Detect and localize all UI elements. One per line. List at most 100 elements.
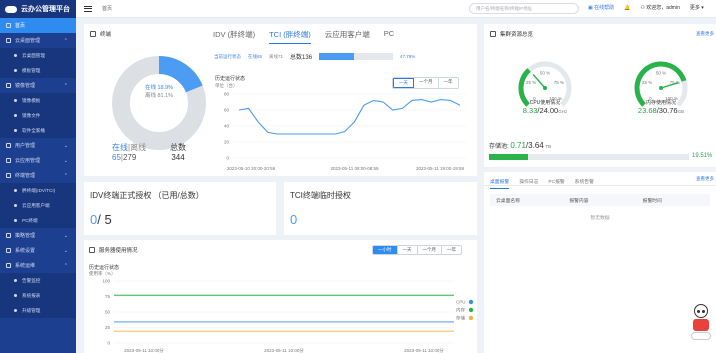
sidebar-item[interactable]: 首页 [0,18,76,33]
alerts-more-link[interactable]: 查看更多 [696,176,714,182]
alert-tab[interactable]: 操作日志 [519,175,538,189]
tci-auth-title: TCI终端临时授权 [290,191,351,200]
alert-tabs: 桌面报警 操作日志 PC报警 系统告警 [490,175,594,189]
x-tick-label: 2023-05-11 10:00分 [404,347,444,353]
bullet-icon [14,69,17,72]
terminal-tab[interactable]: IDV (胖终端) [213,29,255,44]
y-tick-label: 50 [105,310,111,315]
sidebar-item[interactable]: 镜像模板 [0,93,76,108]
sidebar-item-label: 系统报表 [22,292,41,298]
mem-used: 23.68 [637,106,657,115]
alerts-column-header: 报警时间 [642,198,662,204]
x-tick-label: 2023-05-11 10:00分 [264,347,304,353]
alert-tab[interactable]: 系统告警 [575,175,594,189]
sidebar-item[interactable]: 策略管理 ⌄ [0,228,76,243]
sidebar-item[interactable]: 镜像文件 [0,108,76,123]
y-tick-label: 100 [102,279,110,284]
bullet-icon [14,129,17,132]
mem-total: /30.76 [656,106,678,115]
range-option[interactable]: 一个月 [414,78,439,88]
mem-unit: GB [677,109,685,114]
help-link[interactable]: ▣ 在线帮助 [588,4,614,11]
menu-item-icon [6,233,11,238]
range-option[interactable]: 一年 [442,246,461,254]
overview-title-text: 终端 [100,32,112,38]
breadcrumb[interactable]: 首页 [102,5,112,12]
offline-count: 279 [122,153,137,162]
range-option[interactable]: 一小时 [373,246,398,254]
tci-offline: 离线71 [269,53,284,59]
gauge-hub [543,86,547,90]
search-input[interactable]: 用户名/终端名称/终端IP地址 [469,3,579,14]
alerts-empty: 暂无数据 [590,216,610,221]
y-tick-label: 25 [105,325,111,330]
assistant-mascot[interactable] [690,304,712,344]
sidebar-item-label: 云桌面管理 [15,38,41,44]
alert-tab[interactable]: 桌面报警 [490,175,510,189]
bullet-icon [14,54,17,57]
monitor-icon [90,31,96,37]
sidebar-item[interactable]: 升级管理 [0,303,76,318]
tci-auth-value: 0 [290,212,298,227]
sidebar-item[interactable]: 云应用管理 ⌄ [0,153,76,168]
legend-dot [468,315,474,321]
bullet-icon [14,279,17,282]
resources-more-link[interactable]: 查看更多 [696,31,714,37]
terminal-tab[interactable]: 云应用客户端 [325,29,370,44]
sidebar-item[interactable]: 系统报表 [0,288,76,303]
menu-item-icon [6,38,11,43]
sidebar-item[interactable]: 用户管理 ⌄ [0,138,76,153]
user-menu[interactable]: ⚇ 欢迎您，admin [640,4,680,11]
range-option[interactable]: 一年 [439,78,458,88]
sidebar-item[interactable]: 云桌面管理 ⌃ [0,33,76,48]
online-count: 65 [112,153,121,162]
history-series-line [238,99,461,135]
sidebar-item[interactable]: 系统设置 ⌄ [0,243,76,258]
sidebar-item-label: 软件全家桶 [22,127,45,133]
storage-unit: TB [545,144,552,149]
app-logo[interactable]: 云办公管理平台 [0,0,76,18]
range-option[interactable]: 一天 [393,78,414,88]
tci-online: 在线65 [248,53,263,59]
menu-toggle-icon[interactable] [84,5,92,12]
storage-progress-fill [489,154,529,160]
server-chart-title: 历史运行状态 [89,265,120,271]
sidebar-item[interactable]: 镜像管理 ⌃ [0,78,76,93]
sidebar-item[interactable]: 云桌面管理 [0,48,76,63]
sidebar-item[interactable]: 系统运维 ⌃ [0,258,76,273]
range-option[interactable]: 一天 [398,246,418,254]
legend-label: CPU [456,300,466,305]
sidebar-item[interactable]: 软件全家桶 [0,123,76,138]
alert-tab[interactable]: PC报警 [548,175,564,189]
chevron-down-icon: ⌄ [63,232,68,239]
legend-dot [468,299,474,305]
sidebar-item[interactable]: 终端管理 ⌃ [0,168,76,183]
sidebar-item[interactable]: 胖终端(IDV/TCI) [0,183,76,198]
cpu-gauge-label: CPU使用情况 [529,100,561,106]
online-legend: 在线 18.9% [144,85,174,91]
tci-progress-fill [319,53,355,60]
sidebar: 云办公管理平台 首页 云桌面管理 ⌃ 云桌面管理 模板管理 镜像管理 ⌃ 镜像模板 镜像文件 软件… [0,0,76,353]
chevron-up-icon: ⌃ [63,82,68,89]
sidebar-item[interactable]: 模板管理 [0,63,76,78]
server-usage-title-text: 服务器使用情况 [99,248,138,254]
notification-icon[interactable]: 🔔 [624,5,630,11]
range-option[interactable]: 一个月 [418,246,442,254]
terminal-tab[interactable]: PC [384,29,394,44]
server-icon [89,247,95,253]
sidebar-item-label: PC终端 [22,217,38,223]
terminal-tab[interactable]: TCI (胖终端) [269,29,311,44]
gauge-tick-label: 50 % [540,71,550,76]
idv-total: / 5 [97,212,112,227]
sidebar-item-label: 镜像文件 [22,112,41,118]
bullet-icon [14,99,17,102]
sidebar-item[interactable]: 告警监控 [0,273,76,288]
chevron-up-icon: ⌃ [63,262,68,269]
sidebar-item-label: 首页 [15,23,26,29]
terminal-donut [112,56,206,150]
more-menu[interactable]: 更多 ▾ [690,4,704,11]
idv-auth-card: IDV终端正式授权 （已用/总数） 0/ 5 [84,182,276,235]
sidebar-item[interactable]: 云应用客户端 [0,198,76,213]
sidebar-item[interactable]: PC终端 [0,213,76,228]
legend-label: 内存 [456,307,465,314]
